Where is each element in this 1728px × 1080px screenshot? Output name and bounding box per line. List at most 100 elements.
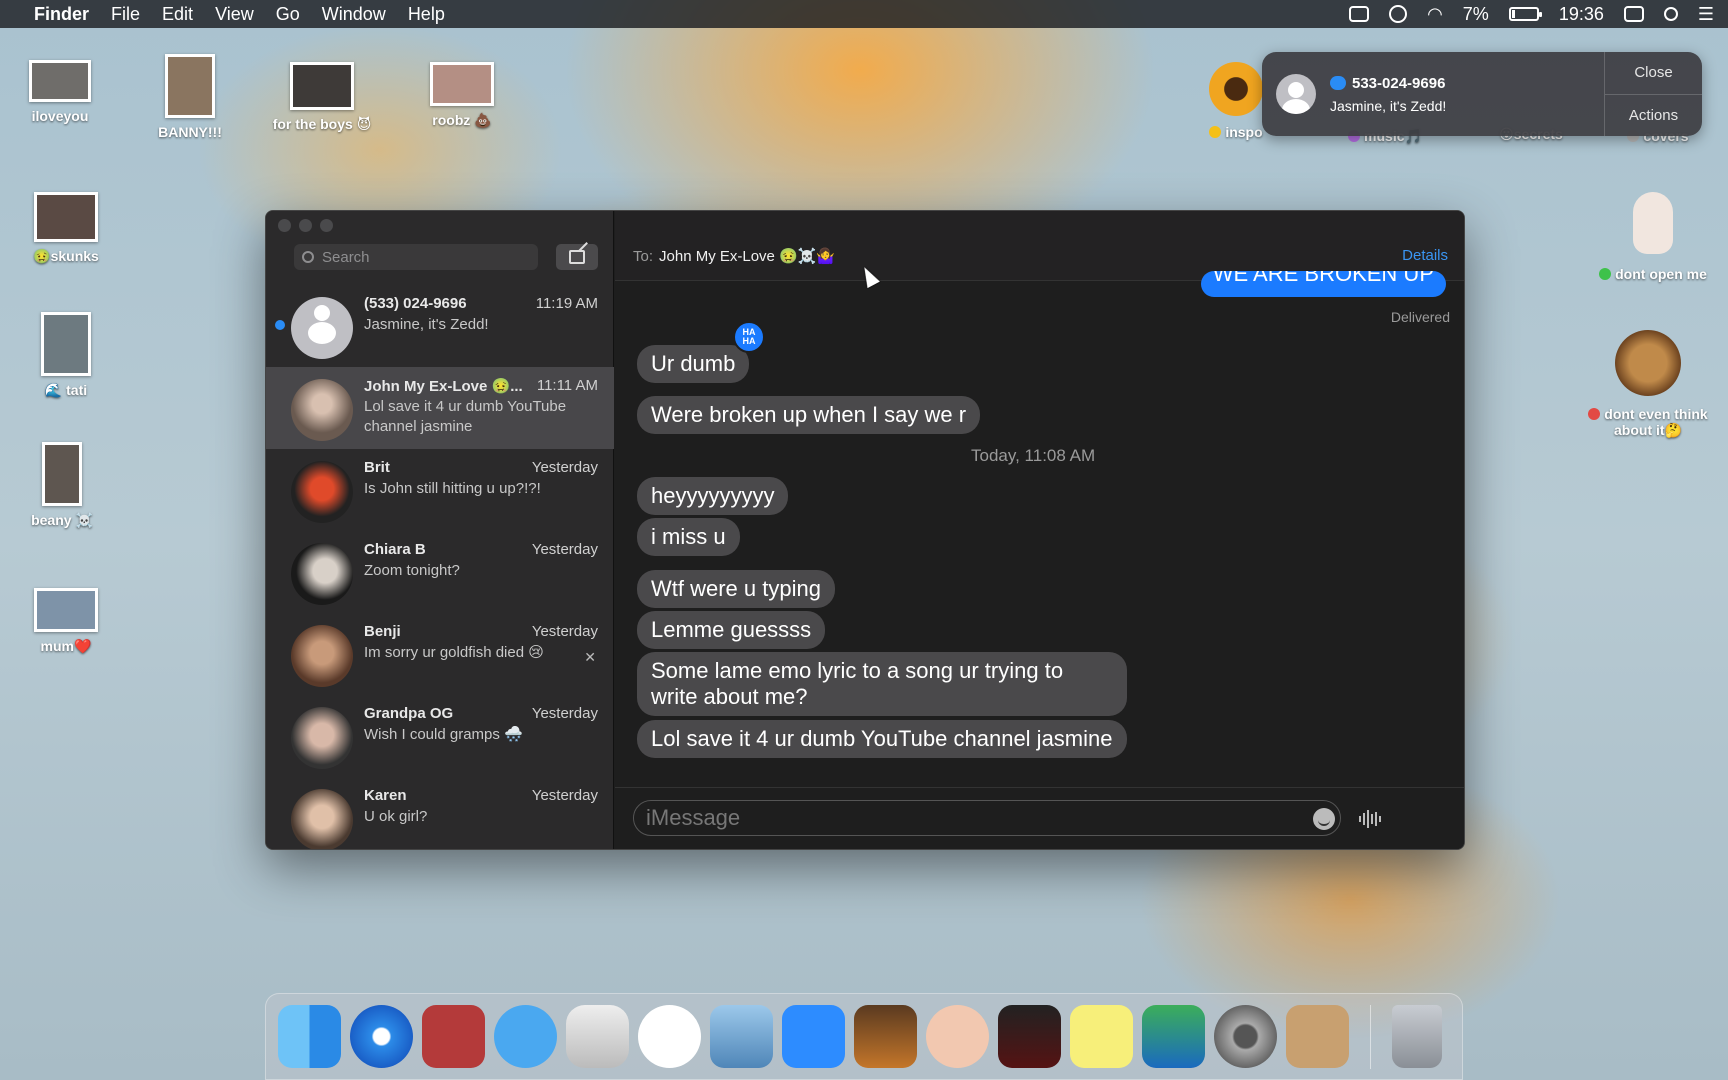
contacts-icon[interactable] (1286, 1005, 1349, 1068)
notification-actions-button[interactable]: Actions (1605, 93, 1702, 137)
delete-conversation-icon[interactable]: ✕ (584, 649, 596, 666)
recipient-field[interactable]: To: John My Ex-Love 🤢☠️🤷‍♀️ (633, 247, 835, 265)
desktop-folder-mum[interactable]: mum❤️ (28, 588, 104, 655)
desktop-folder-iloveyou[interactable]: iloveyou (20, 60, 100, 124)
menu-help[interactable]: Help (408, 4, 445, 25)
emoji-picker-icon[interactable] (1313, 808, 1335, 830)
messages-icon[interactable] (494, 1005, 557, 1068)
received-message-bubble[interactable]: Wtf were u typing (637, 570, 835, 608)
search-input[interactable]: Search (294, 244, 538, 270)
received-message-bubble[interactable]: Ur dumb (637, 345, 750, 383)
avatar (291, 707, 353, 769)
close-window-button[interactable] (278, 219, 291, 232)
desktop-folder-banny[interactable]: BANNY!!! (148, 54, 232, 140)
zoom-status-icon[interactable] (1349, 6, 1370, 22)
received-message-bubble[interactable]: Were broken up when I say we r (637, 396, 981, 434)
photo-thumbnail (430, 62, 494, 106)
menu-file[interactable]: File (111, 4, 140, 25)
trash-icon[interactable] (1392, 1005, 1442, 1068)
photo-thumbnail (29, 60, 91, 102)
green-tag-icon (1599, 268, 1612, 280)
notification-center-icon[interactable]: ☰ (1698, 4, 1714, 25)
battery-icon[interactable] (1508, 7, 1542, 21)
desktop-label: for the boys 😈 (272, 116, 372, 132)
safari-icon[interactable] (350, 1005, 413, 1068)
zoom-window-button[interactable] (320, 219, 333, 232)
conversation-item[interactable]: Benji Yesterday Im sorry ur goldfish die… (266, 613, 614, 695)
lion-icon (1615, 330, 1681, 396)
conversation-item[interactable]: Grandpa OG Yesterday Wish I could gramps… (266, 695, 614, 777)
haha-tapback-icon[interactable]: HA HA (733, 321, 765, 353)
avatar (291, 379, 353, 441)
photo-booth-icon[interactable] (422, 1005, 485, 1068)
chat-pane: To: John My Ex-Love 🤢☠️🤷‍♀️ Details WE AR… (615, 211, 1464, 849)
desktop-folder-beany[interactable]: beany ☠️ (24, 442, 100, 529)
wifi-icon[interactable]: ◠ (1427, 4, 1443, 25)
desktop-label: dont open me (1615, 266, 1707, 282)
conversation-name: John My Ex-Love 🤢... (364, 378, 523, 395)
zoom-icon[interactable] (782, 1005, 845, 1068)
music-icon[interactable] (638, 1005, 701, 1068)
menu-window[interactable]: Window (322, 4, 386, 25)
details-button[interactable]: Details (1402, 247, 1448, 264)
desktop-folder-skunks[interactable]: 🤢skunks (24, 192, 108, 265)
conversation-name: Karen (364, 787, 407, 804)
avatar (291, 461, 353, 523)
desktop-folder-for-the-boys[interactable]: for the boys 😈 (262, 62, 382, 133)
received-message-bubble[interactable]: heyyyyyyyyy (637, 477, 789, 515)
audio-message-icon[interactable] (1359, 810, 1381, 828)
conversation-name: Grandpa OG (364, 705, 454, 722)
system-preferences-icon[interactable] (1214, 1005, 1277, 1068)
delivered-status: Delivered (1390, 309, 1450, 325)
finder-icon[interactable] (278, 1005, 341, 1068)
received-message-bubble[interactable]: Lemme guessss (637, 611, 826, 649)
clock[interactable]: 19:36 (1559, 4, 1604, 25)
conversation-item[interactable]: Brit Yesterday Is John still hitting u u… (266, 449, 614, 531)
received-message-bubble[interactable]: Lol save it 4 ur dumb YouTube channel ja… (637, 720, 1127, 758)
conversation-item[interactable]: (533) 024-9696 11:19 AM Jasmine, it's Ze… (266, 285, 614, 367)
sent-message-bubble[interactable]: WE ARE BROKEN UP (1200, 271, 1446, 297)
conversation-name: (533) 024-9696 (364, 295, 467, 312)
conversation-item-selected[interactable]: John My Ex-Love 🤢... 11:11 AM Lol save i… (266, 367, 614, 449)
menu-finder[interactable]: Finder (34, 4, 89, 25)
messages-icon (1330, 76, 1346, 90)
photo-thumbnail (165, 54, 215, 118)
message-notification[interactable]: 533-024-9696 Jasmine, it's Zedd! Close A… (1262, 52, 1702, 136)
imessage-input[interactable]: iMessage (633, 800, 1341, 836)
stickies-icon[interactable] (1070, 1005, 1133, 1068)
avatar (291, 625, 353, 687)
recipient-name: John My Ex-Love 🤢☠️🤷‍♀️ (659, 248, 836, 265)
garageband-icon[interactable] (854, 1005, 917, 1068)
notification-close-button[interactable]: Close (1605, 52, 1702, 94)
desktop-folder-roobz[interactable]: roobz 💩 (420, 62, 504, 129)
bunny-icon (1633, 192, 1673, 254)
memoji-icon[interactable] (926, 1005, 989, 1068)
menu-view[interactable]: View (215, 4, 254, 25)
spotlight-search-icon[interactable] (1663, 7, 1678, 21)
sequel-pro-icon[interactable] (710, 1005, 773, 1068)
conversation-item[interactable]: Chiara B Yesterday Zoom tonight? (266, 531, 614, 613)
yellow-tag-icon (1209, 126, 1222, 138)
voice-memos-icon[interactable] (998, 1005, 1061, 1068)
desktop-folder-tati[interactable]: 🌊 tati (28, 312, 104, 399)
compose-button[interactable] (556, 244, 598, 270)
notification-content[interactable]: 533-024-9696 Jasmine, it's Zedd! (1262, 52, 1604, 136)
conversation-item[interactable]: Karen Yesterday U ok girl? (266, 777, 614, 849)
conversation-preview: Zoom tonight? (364, 562, 460, 579)
creative-cloud-icon[interactable] (1389, 5, 1408, 23)
menu-go[interactable]: Go (276, 4, 300, 25)
photo-thumbnail (290, 62, 354, 110)
received-message-bubble[interactable]: Some lame emo lyric to a song ur trying … (637, 652, 1127, 716)
desktop-folder-dont-even-think[interactable]: dont even think about it🤔 (1578, 330, 1718, 439)
received-message-bubble[interactable]: i miss u (637, 518, 740, 556)
keyboard-input-icon[interactable] (1623, 6, 1644, 22)
desktop-label: dont even think about it🤔 (1604, 406, 1708, 438)
desktop-folder-dont-open-me[interactable]: dont open me (1588, 192, 1718, 282)
chat-timestamp: Today, 11:08 AM (971, 446, 1096, 465)
menu-edit[interactable]: Edit (162, 4, 193, 25)
inkscape-icon[interactable] (566, 1005, 629, 1068)
preview-icon[interactable] (1142, 1005, 1205, 1068)
minimize-window-button[interactable] (299, 219, 312, 232)
unread-indicator (275, 320, 285, 330)
photo-thumbnail (41, 312, 91, 376)
